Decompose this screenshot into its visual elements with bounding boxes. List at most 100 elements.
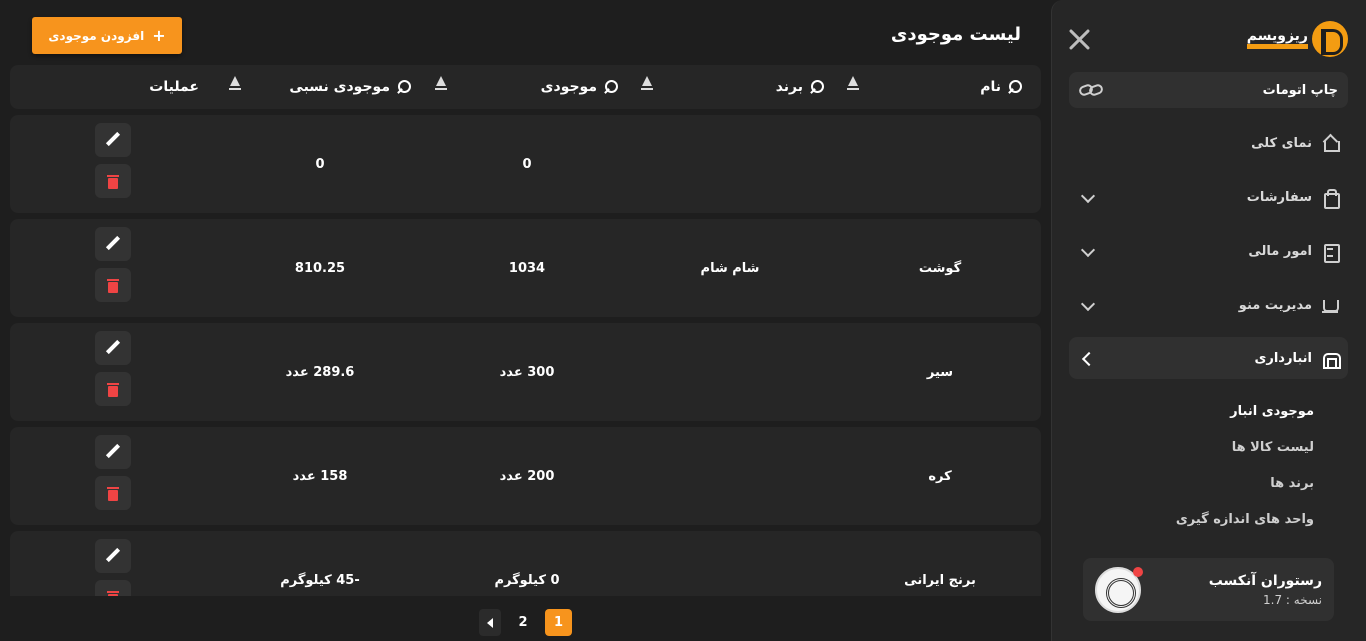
cell-stock: 1034 — [508, 260, 546, 276]
column-header-stock[interactable]: موجودی — [541, 65, 619, 109]
edit-button[interactable] — [95, 227, 131, 261]
table-row: 0 0 — [10, 115, 1041, 213]
subnav-units[interactable]: واحد های اندازه گیری — [1114, 501, 1314, 537]
column-header-relative[interactable]: موجودی نسبی — [289, 65, 412, 109]
subnav-inventory[interactable]: موجودی انبار — [1114, 393, 1314, 429]
column-actions-label: عملیات — [149, 79, 199, 95]
edit-button[interactable] — [95, 123, 131, 157]
add-inventory-button[interactable]: + افزودن موجودی — [32, 17, 182, 54]
pagination-page-2[interactable]: 2 — [512, 609, 534, 636]
sort-brand-icon[interactable] — [640, 75, 654, 93]
close-sidebar-button[interactable] — [1066, 26, 1092, 52]
table-row: گوشت شام شام 1034 810.25 — [10, 219, 1041, 317]
chevron-left-icon — [1081, 352, 1093, 364]
auto-print-toggle[interactable]: چاپ اتومات — [1069, 72, 1348, 108]
sidebar-item-label: انبارداری — [1254, 350, 1312, 366]
trash-icon — [107, 382, 119, 397]
table-row: سیر 300 عدد 289.6 عدد — [10, 323, 1041, 421]
sort-name-icon[interactable] — [846, 75, 860, 93]
sidebar-item-overview[interactable]: نمای کلی — [1069, 125, 1348, 161]
pencil-icon — [105, 340, 121, 356]
sidebar-item-orders[interactable]: سفارشات — [1069, 179, 1348, 215]
logo-mark-icon — [1312, 21, 1348, 57]
column-name-label: نام — [980, 79, 1001, 95]
brand-logo[interactable]: ریزویسم — [1246, 20, 1348, 58]
cell-relative-stock: 158 عدد — [292, 468, 348, 484]
sidebar-item-finance[interactable]: امور مالی — [1069, 233, 1348, 269]
delete-button[interactable] — [95, 164, 131, 198]
delete-button[interactable] — [95, 268, 131, 302]
row-actions — [95, 123, 131, 205]
avatar[interactable] — [1095, 566, 1143, 613]
subnav-brands[interactable]: برند ها — [1114, 465, 1314, 501]
sidebar-item-label: امور مالی — [1248, 243, 1312, 259]
restaurant-profile-card[interactable]: رستوران آنکسب نسخه : 1.7 — [1083, 558, 1334, 621]
column-header-name[interactable]: نام — [980, 65, 1023, 109]
pencil-icon — [105, 132, 121, 148]
trash-icon — [107, 278, 119, 293]
delete-button[interactable] — [95, 476, 131, 510]
cell-stock: 300 عدد — [499, 364, 555, 380]
cup-icon — [1322, 297, 1339, 313]
column-stock-label: موجودی — [540, 79, 597, 95]
table-row: کره 200 عدد 158 عدد — [10, 427, 1041, 525]
cell-relative-stock: 810.25 — [294, 260, 346, 276]
sidebar-nav: نمای کلی سفارشات امور مالی مدیریت منو ان… — [1069, 125, 1348, 397]
cell-stock: 0 کیلوگرم — [494, 572, 560, 588]
cell-name: کره — [928, 468, 952, 484]
cell-stock: 200 عدد — [499, 468, 555, 484]
row-actions — [95, 539, 131, 596]
column-header-actions: عملیات — [149, 65, 199, 109]
table-body: 0 0 گوشت شام شام 1034 810.25 سیر 300 عدد… — [10, 115, 1041, 596]
pencil-icon — [105, 548, 121, 564]
sidebar-item-label: نمای کلی — [1251, 135, 1312, 151]
delete-button[interactable] — [95, 372, 131, 406]
profile-text: رستوران آنکسب نسخه : 1.7 — [1141, 573, 1322, 607]
pencil-icon — [105, 444, 121, 460]
edit-button[interactable] — [95, 331, 131, 365]
search-icon[interactable] — [603, 79, 619, 95]
sidebar: ریزویسم چاپ اتومات نمای کلی سفارشات امور… — [1051, 0, 1366, 641]
auto-print-label: چاپ اتومات — [1262, 82, 1338, 98]
cell-relative-stock: -45 کیلوگرم — [280, 572, 360, 588]
sidebar-item-warehouse[interactable]: انبارداری — [1069, 337, 1348, 379]
delete-button[interactable] — [95, 580, 131, 596]
column-header-brand[interactable]: برند — [776, 65, 825, 109]
sort-relative-icon[interactable] — [228, 75, 242, 93]
search-icon[interactable] — [396, 79, 412, 95]
cell-brand — [650, 115, 810, 213]
pagination: 2 1 — [0, 596, 1051, 641]
edit-button[interactable] — [95, 539, 131, 573]
row-actions — [95, 227, 131, 309]
pagination-page-1[interactable]: 1 — [545, 609, 572, 636]
sidebar-item-label: سفارشات — [1246, 189, 1312, 205]
sort-stock-icon[interactable] — [434, 75, 448, 93]
home-icon — [1322, 135, 1340, 152]
logo-text: ریزویسم — [1246, 29, 1308, 49]
cell-name: برنج ایرانی — [904, 572, 976, 588]
page-title: لیست موجودی — [890, 24, 1021, 45]
row-actions — [95, 331, 131, 413]
warehouse-submenu: موجودی انبار لیست کالا ها برند ها واحد ه… — [1114, 393, 1314, 537]
subnav-product-list[interactable]: لیست کالا ها — [1114, 429, 1314, 465]
edit-button[interactable] — [95, 435, 131, 469]
cell-brand: شام شام — [700, 260, 760, 276]
search-icon[interactable] — [1007, 79, 1023, 95]
row-actions — [95, 435, 131, 517]
table-header: نام برند موجودی موجودی نسبی عملیات — [10, 65, 1041, 109]
trash-icon — [107, 174, 119, 189]
cell-name: سیر — [926, 364, 954, 380]
search-icon[interactable] — [809, 79, 825, 95]
table-row: برنج ایرانی 0 کیلوگرم -45 کیلوگرم — [10, 531, 1041, 596]
cell-relative-stock: 289.6 عدد — [285, 364, 355, 380]
cell-name — [860, 115, 1020, 213]
cell-relative-stock: 0 — [315, 156, 325, 172]
main-content: لیست موجودی + افزودن موجودی نام برند موج… — [0, 0, 1051, 641]
chevron-down-icon — [1081, 191, 1093, 203]
pagination-prev-button[interactable] — [479, 609, 501, 636]
sidebar-item-menu-management[interactable]: مدیریت منو — [1069, 287, 1348, 323]
restaurant-name: رستوران آنکسب — [1208, 572, 1322, 589]
shopping-bag-icon — [1322, 189, 1340, 209]
notification-dot-icon — [1133, 566, 1143, 577]
sidebar-item-label: مدیریت منو — [1238, 297, 1312, 313]
